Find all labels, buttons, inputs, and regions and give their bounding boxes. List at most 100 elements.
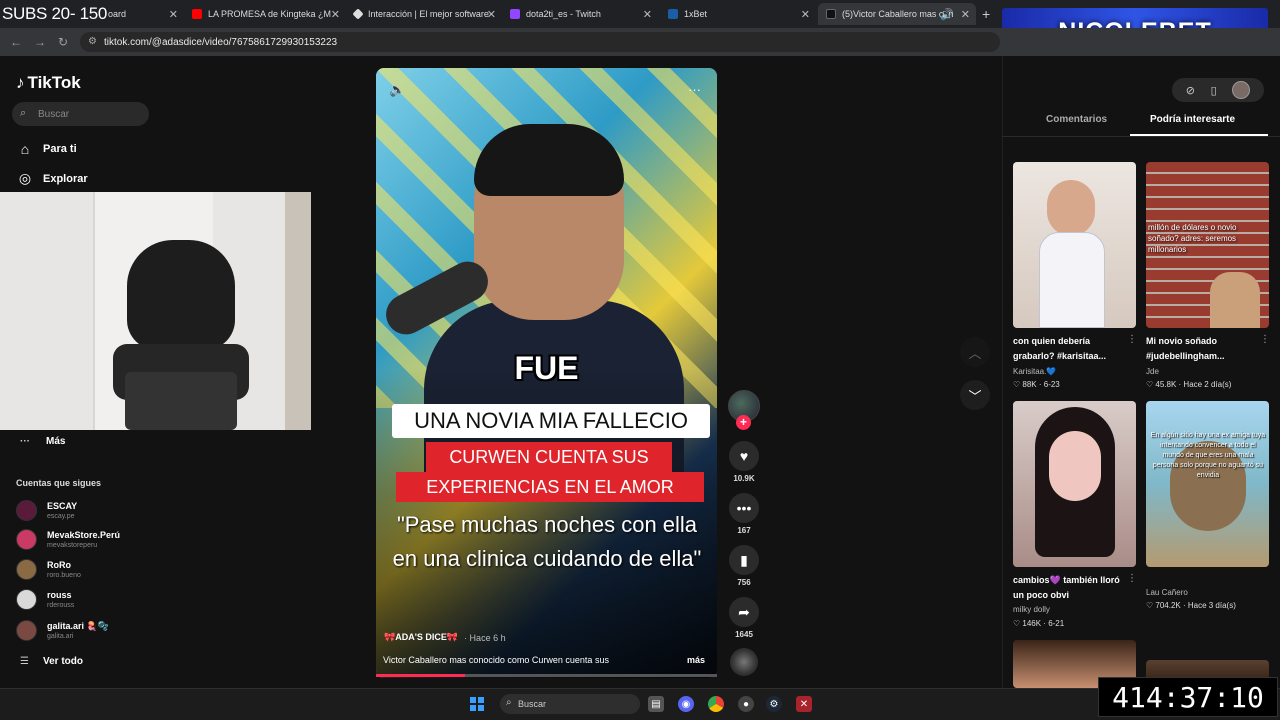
tiktok-note-icon: ♪ [16,73,25,92]
suggested-video-stats: ♡ 704.2K · Hace 3 día(s) [1146,601,1236,610]
suggested-video-thumbnail[interactable] [1013,401,1136,567]
browser-tab-tiktok-active[interactable]: (5)Victor Caballero mas con 🔊 ✕ [818,3,976,25]
suggested-video-author[interactable]: milky dolly [1013,605,1050,614]
following-account[interactable]: MevakStore.Perú mevakstoreperu [16,529,120,550]
volume-icon[interactable]: 🔈 [389,82,405,98]
suggested-video-author[interactable]: Lau Cañero [1146,588,1188,597]
tab-comments[interactable]: Comentarios [1046,114,1107,125]
list-icon: ☰ [20,656,29,667]
close-icon[interactable]: ✕ [643,8,652,21]
user-avatar[interactable] [1232,81,1251,99]
suggested-video-thumbnail[interactable]: millón de dólares o novio soñado? adres:… [1146,162,1269,328]
avatar [16,500,37,521]
close-icon[interactable]: ✕ [331,8,340,21]
diamond-icon [352,8,364,20]
twitch-icon [510,9,520,19]
avatar [16,559,37,580]
chevron-up-icon: ︿ [968,345,982,361]
more-options-icon[interactable]: ··· [688,82,701,97]
comment-icon[interactable]: ••• [729,493,759,523]
suggested-video-thumbnail[interactable]: En algún sitio hay una ex amiga tuya int… [1146,401,1269,567]
more-options-icon[interactable]: ⋮ [1127,334,1137,345]
new-tab-button[interactable]: + [982,6,990,22]
compass-icon: ◎ [18,170,32,186]
more-dots-icon: ··· [20,436,30,447]
more-options-icon[interactable]: ⋮ [1127,573,1137,584]
video-progress-fill [376,674,465,677]
windows-start-icon[interactable] [470,697,484,711]
save-action[interactable]: ▮ 756 [728,545,760,587]
caption-quote: "Pase muchas noches con ella en una clin… [392,512,702,571]
suggested-video-author[interactable]: Jde [1146,367,1159,376]
dota-icon[interactable]: ✕ [796,696,812,712]
music-disc-icon[interactable] [730,648,758,676]
audio-icon[interactable]: 🔊 [940,8,954,21]
caption-red-line-2: EXPERIENCIAS EN EL AMOR [396,472,704,502]
browser-tab-youtube[interactable]: LA PROMESA de Kingteka ¿M ✕ [184,3,346,25]
youtube-icon [192,9,202,19]
tiktok-logo[interactable]: ♪ TikTok [16,73,81,93]
see-all-link[interactable]: ☰ Ver todo [20,656,83,667]
nav-for-you[interactable]: ⌂ Para ti [16,141,77,157]
taskbar-search[interactable]: ⌕ Buscar [500,694,640,714]
previous-video-button[interactable]: ︿ [960,337,990,367]
compass-icon[interactable]: ⊘ [1186,84,1195,97]
file-explorer-icon[interactable]: ▤ [648,696,664,712]
thumbnail-caption: En algún sitio hay una ex amiga tuya int… [1150,432,1266,479]
close-icon[interactable]: ✕ [801,8,810,21]
comment-action[interactable]: ••• 167 [728,493,760,535]
heart-icon[interactable]: ♥ [729,441,759,471]
nav-explore[interactable]: ◎ Explorar [16,170,88,187]
jersey-shape [1039,232,1105,328]
stream-timer-overlay: 414:37:10 [1098,677,1278,717]
video-progress-bar[interactable] [376,674,717,677]
forward-icon[interactable]: → [34,35,46,49]
share-action[interactable]: ➦ 1645 [728,597,760,639]
following-account[interactable]: galita.ari 🪼🫧 galita.ari [16,620,109,641]
reload-icon[interactable]: ↻ [58,35,68,49]
following-account[interactable]: rouss rderouss [16,589,74,610]
suggested-video-author[interactable]: Karisitaa.💙 [1013,367,1056,376]
close-icon[interactable]: ✕ [487,8,496,21]
follow-button[interactable]: + [736,415,751,430]
video-author[interactable]: 🎀ADA'S DICE🎀 · Hace 6 h [384,632,506,643]
more-options-icon[interactable]: ⋮ [1260,334,1270,345]
suggested-video-title[interactable]: Mi novio soñado #judebellingham... [1146,334,1264,364]
next-video-button[interactable]: ﹀ [960,380,990,410]
following-account[interactable]: ESCAY escay.pe [16,500,77,521]
nav-more[interactable]: ··· Más [20,436,65,447]
tab-suggested[interactable]: Podría interesarte [1150,114,1235,125]
suggested-video-title[interactable]: con quien debería grabarlo? #karisitaa..… [1013,334,1131,364]
suggested-video-stats: ♡ 146K · 6-21 [1013,619,1065,628]
top-right-actions: ⊘ ▯ [1172,78,1264,102]
discord-icon[interactable]: ◉ [678,696,694,712]
following-account[interactable]: RoRo roro.bueno [16,559,81,580]
back-icon[interactable]: ← [10,35,22,49]
suggested-video-title[interactable]: cambios💜 también lloró un poco obvi [1013,573,1131,603]
browser-tab-1xbet[interactable]: 1xBet ✕ [660,3,816,25]
search-icon: ⌕ [20,107,27,119]
1xbet-icon [668,9,678,19]
obs-icon[interactable]: ● [738,696,754,712]
close-icon[interactable]: ✕ [961,8,970,21]
search-input[interactable]: ⌕ Buscar [12,102,149,126]
chrome-icon[interactable] [708,696,724,712]
chair-back-shape [127,240,235,350]
close-icon[interactable]: ✕ [169,8,178,21]
video-person-hair [474,124,624,196]
search-icon: ⌕ [506,697,512,708]
browser-tab-interaccion[interactable]: Interacción | El mejor software ✕ [346,3,502,25]
face-shape [1049,431,1101,501]
subs-counter-overlay: SUBS 20- 150 [2,4,108,23]
share-icon[interactable]: ➦ [729,597,759,627]
description-more-link[interactable]: más [687,655,705,665]
suggested-video-thumbnail[interactable] [1013,162,1136,328]
steam-icon[interactable]: ⚙ [766,696,782,712]
device-icon[interactable]: ▯ [1211,84,1217,97]
like-action[interactable]: ♥ 10.9K [728,441,760,483]
url-input[interactable]: ⚙ tiktok.com/@adasdice/video/76758617299… [80,32,1000,52]
bookmark-icon[interactable]: ▮ [729,545,759,575]
browser-tab-twitch[interactable]: dota2ti_es - Twitch ✕ [502,3,658,25]
browser-tab-dashboard[interactable]: oard ✕ [100,3,184,25]
site-info-icon[interactable]: ⚙ [88,36,97,47]
